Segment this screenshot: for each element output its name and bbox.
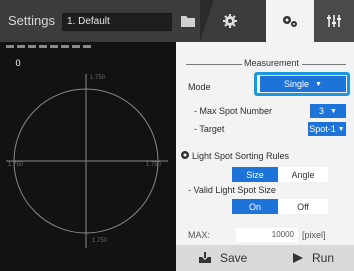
max-spot-value: 3	[319, 106, 325, 116]
axis-label-top: 1.750	[90, 75, 106, 81]
folder-icon[interactable]	[180, 13, 196, 29]
run-label: Run	[312, 251, 335, 265]
gear-icon	[223, 14, 237, 28]
max-label: MAX:	[188, 230, 211, 240]
spot-indicator-bar	[6, 45, 96, 49]
bottom-bar: Save Run	[176, 245, 354, 271]
sorting-toggle: Size Angle	[232, 167, 328, 182]
tab-divider	[200, 0, 214, 42]
target-value: Spot-1	[309, 124, 336, 134]
light-spot-icon	[181, 151, 189, 159]
save-button[interactable]: Save	[198, 245, 268, 271]
mode-highlight	[254, 72, 350, 96]
target-dropdown[interactable]: Spot-1 ▼	[308, 122, 346, 136]
preset-select[interactable]: 1. Default	[62, 13, 172, 31]
gears-icon	[283, 16, 297, 27]
play-icon	[293, 253, 303, 263]
crosshair-overlay	[6, 74, 168, 248]
save-label: Save	[220, 251, 248, 265]
section-title: Measurement	[242, 58, 302, 68]
spot-count: 0	[15, 58, 21, 68]
valid-size-option-on[interactable]: On	[232, 199, 278, 214]
axis-label-right: 1.750	[146, 162, 162, 168]
valid-size-toggle: On Off	[232, 199, 328, 214]
max-unit: [pixel]	[302, 230, 326, 240]
max-input[interactable]: 10000	[236, 228, 298, 242]
mode-label: Mode	[188, 82, 211, 92]
camera-preview	[0, 42, 176, 271]
max-spot-dropdown[interactable]: 3 ▼	[310, 104, 346, 118]
valid-size-label: - Valid Light Spot Size	[188, 185, 276, 195]
run-button[interactable]: Run	[292, 245, 352, 271]
target-label: - Target	[194, 124, 225, 134]
max-spot-label: - Max Spot Number	[194, 106, 273, 116]
section-header: Measurement	[186, 58, 346, 70]
chevron-down-icon: ▼	[330, 107, 337, 115]
save-icon	[199, 252, 211, 263]
chevron-down-icon: ▼	[337, 125, 345, 133]
tab-adjust[interactable]	[314, 0, 354, 42]
axis-label-bottom: 1.750	[92, 238, 108, 244]
tab-advanced-settings[interactable]	[266, 0, 314, 42]
axis-label-left: 1.750	[8, 162, 24, 168]
app-title: Settings	[8, 13, 55, 28]
sorting-label: Light Spot Sorting Rules	[192, 151, 290, 161]
sliders-icon	[327, 15, 341, 27]
sorting-option-size[interactable]: Size	[232, 167, 278, 182]
sorting-option-angle[interactable]: Angle	[278, 167, 328, 182]
valid-size-option-off[interactable]: Off	[278, 199, 328, 214]
